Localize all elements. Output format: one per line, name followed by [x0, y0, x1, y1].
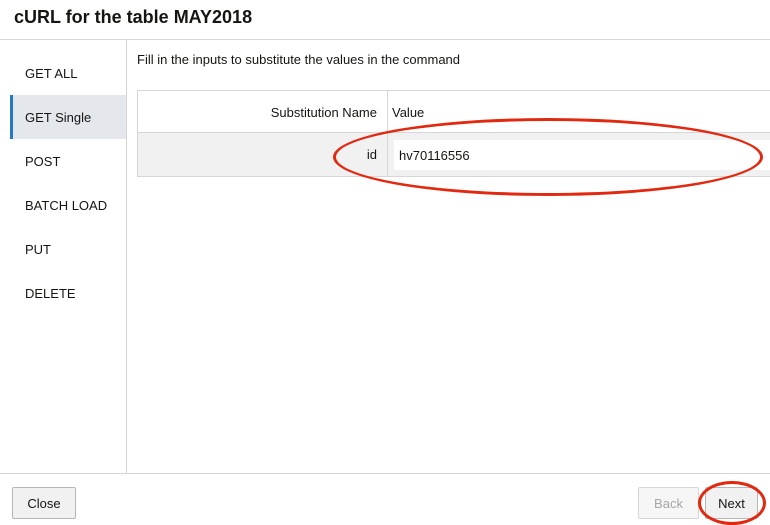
sidebar-item-post[interactable]: POST	[10, 139, 126, 183]
table-row: id	[138, 133, 770, 176]
sidebar-item-put[interactable]: PUT	[10, 227, 126, 271]
footer-divider	[0, 473, 770, 474]
header-substitution-name: Substitution Name	[270, 105, 377, 120]
sidebar-item-delete[interactable]: DELETE	[10, 271, 126, 315]
method-sidebar: GET ALL GET Single POST BATCH LOAD PUT D…	[0, 40, 127, 473]
next-button[interactable]: Next	[705, 487, 758, 519]
substitution-table: Substitution Name Value id	[137, 90, 770, 177]
sidebar-item-get-all[interactable]: GET ALL	[10, 51, 126, 95]
sidebar-item-label: DELETE	[25, 285, 76, 301]
sidebar-item-batch-load[interactable]: BATCH LOAD	[10, 183, 126, 227]
dialog-title: cURL for the table MAY2018	[14, 7, 253, 27]
sidebar-item-label: BATCH LOAD	[25, 197, 108, 213]
sidebar-item-label: GET ALL	[25, 65, 78, 81]
sidebar-item-label: PUT	[25, 241, 51, 257]
sidebar-item-get-single[interactable]: GET Single	[10, 95, 126, 139]
close-button[interactable]: Close	[12, 487, 76, 519]
instructions-text: Fill in the inputs to substitute the val…	[137, 52, 461, 67]
column-divider	[387, 91, 388, 176]
back-button[interactable]: Back	[638, 487, 699, 519]
header-value: Value	[392, 105, 425, 120]
sidebar-item-label: POST	[25, 153, 61, 169]
id-value-input[interactable]	[394, 140, 770, 170]
table-header: Substitution Name Value	[138, 91, 770, 133]
substitution-name-cell: id	[366, 147, 377, 162]
sidebar-item-label: GET Single	[25, 109, 92, 125]
